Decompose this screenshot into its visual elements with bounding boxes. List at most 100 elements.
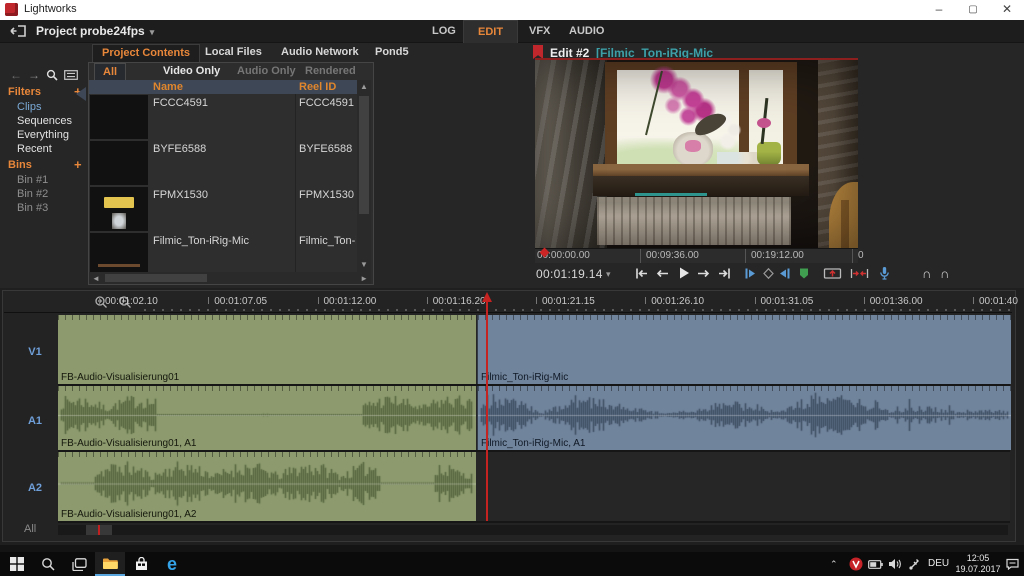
notification-center-icon[interactable] (1006, 558, 1019, 570)
scrollbar-thumb[interactable] (105, 274, 207, 282)
edge-icon[interactable]: e (157, 552, 187, 576)
search-icon[interactable] (46, 69, 58, 81)
window-titlebar: Lightworks – ▢ ✕ (0, 0, 1024, 20)
play-icon[interactable] (678, 266, 690, 280)
mark-diamond-icon[interactable] (762, 267, 775, 280)
taskbar-search-icon[interactable] (33, 552, 63, 576)
ruler-major-tick (208, 297, 209, 304)
exit-project-icon[interactable] (10, 24, 28, 38)
replace-edit-icon[interactable] (850, 267, 869, 280)
battery-icon[interactable] (868, 560, 883, 569)
tab-audio[interactable]: AUDIO (555, 20, 618, 42)
skip-start-icon[interactable] (634, 267, 649, 280)
timeline-scrollbar[interactable] (58, 525, 1008, 535)
tray-chevron-icon[interactable]: ⌃ (830, 559, 838, 570)
start-button[interactable] (2, 552, 32, 576)
nav-back-icon[interactable]: ← (10, 68, 22, 82)
ruler-timecode-label: 00:01:40 (979, 296, 1018, 307)
track-label-a2[interactable]: A2 (20, 482, 50, 494)
clip-row-byfe6588[interactable]: BYFE6588 BYFE6588 (89, 140, 357, 187)
minimize-button[interactable]: – (922, 0, 956, 20)
sidebar-item-everything[interactable]: Everything (17, 129, 69, 141)
mark-in-icon[interactable] (744, 267, 757, 280)
subtab-rendered[interactable]: Rendered (297, 63, 364, 79)
nav-forward-icon[interactable]: → (28, 68, 40, 82)
close-button[interactable]: ✕ (990, 0, 1024, 20)
tab-local-files[interactable]: Local Files (196, 44, 271, 61)
clip-row-fccc4591[interactable]: FCCC4591 FCCC4591 (89, 94, 357, 141)
tab-project-contents[interactable]: Project Contents (92, 44, 200, 62)
timeline-ruler[interactable]: 00:01:02.1000:01:07.0500:01:12.0000:01:1… (4, 292, 1012, 313)
clock[interactable]: 12:05 19.07.2017 (952, 553, 1004, 575)
viewer-timeline-ruler[interactable]: 00:00:00.0000:09:36.0000:19:12.000 (535, 248, 858, 263)
ruler-major-tick (755, 297, 756, 304)
sidebar-item-clips[interactable]: Clips (17, 101, 41, 113)
track-label-all[interactable]: All (24, 523, 36, 535)
step-back-icon[interactable] (656, 267, 669, 280)
clip-row-filmic[interactable]: Filmic_Ton-iRig-Mic Filmic_Ton-iR (89, 232, 357, 272)
window-title: Lightworks (24, 3, 77, 15)
lightworks-app: Lightworks – ▢ ✕ Project probe24fps▾ LOG… (0, 0, 1024, 576)
playhead-handle[interactable] (482, 292, 492, 302)
column-reel-id[interactable]: Reel ID (299, 80, 336, 94)
insert-edit-icon[interactable] (823, 267, 842, 280)
timeline-clip-a1-green[interactable]: FB-Audio-Visualisierung01, A1 (58, 386, 476, 450)
timecode-caret-icon[interactable]: ▾ (606, 269, 611, 280)
timeline-clip-a2-green[interactable]: FB-Audio-Visualisierung01, A2 (58, 452, 476, 521)
skip-end-icon[interactable] (717, 267, 732, 280)
ruler-timecode-label: 00:01:26.10 (651, 296, 704, 307)
scroll-up-icon[interactable]: ▲ (357, 82, 371, 92)
sidebar-item-bin1[interactable]: Bin #1 (17, 174, 48, 186)
scroll-left-icon[interactable]: ◄ (92, 274, 100, 284)
tab-pond5[interactable]: Pond5 (366, 44, 418, 61)
list-view-icon[interactable] (64, 70, 78, 80)
list-header: Name Reel ID (89, 80, 357, 94)
mark-out-icon[interactable] (778, 267, 791, 280)
tab-edit[interactable]: EDIT (463, 20, 518, 43)
video-preview[interactable] (535, 60, 858, 248)
horizontal-scrollbar[interactable]: ◄ ► (89, 272, 371, 284)
ruler-major-tick (645, 297, 646, 304)
subtab-all[interactable]: All (94, 63, 126, 80)
track-label-v1[interactable]: V1 (20, 346, 50, 358)
subtab-audio-only[interactable]: Audio Only (229, 63, 304, 79)
timeline-clip-v1-green[interactable]: FB-Audio-Visualisierung01 (58, 315, 476, 384)
step-forward-icon[interactable] (697, 267, 710, 280)
sidebar-item-bin3[interactable]: Bin #3 (17, 202, 48, 214)
file-explorer-icon[interactable] (95, 552, 125, 576)
timeline-clip-a1-blue[interactable]: Filmic_Ton-iRig-Mic, A1 (477, 386, 1011, 450)
scroll-down-icon[interactable]: ▼ (357, 260, 371, 270)
vertical-scrollbar[interactable]: ▲ ▼ (357, 80, 371, 272)
sidebar-item-bin2[interactable]: Bin #2 (17, 188, 48, 200)
clip-row-fpmx1530[interactable]: FPMX1530 FPMX1530 (89, 186, 357, 233)
task-view-icon[interactable] (64, 552, 94, 576)
project-title[interactable]: Project probe24fps▾ (36, 24, 154, 38)
voiceover-mic-icon[interactable] (878, 266, 891, 281)
scroll-right-icon[interactable]: ► (360, 274, 368, 284)
undo-icon[interactable]: ∩ (922, 266, 931, 281)
sidebar-item-recent[interactable]: Recent (17, 143, 52, 155)
redo-icon[interactable]: ∩ (940, 266, 949, 281)
antivirus-shield-icon[interactable] (849, 557, 863, 571)
maximize-button[interactable]: ▢ (956, 0, 990, 20)
ruler-timecode-label: 00:01:21.15 (542, 296, 595, 307)
audio-jack-icon[interactable] (908, 557, 921, 571)
sidebar-item-sequences[interactable]: Sequences (17, 115, 72, 127)
subtab-video-only[interactable]: Video Only (155, 63, 228, 79)
cue-marker-icon[interactable] (798, 267, 810, 280)
timeline-clip-v1-blue[interactable]: Filmic_Ton-iRig-Mic (477, 315, 1011, 384)
playhead[interactable] (486, 302, 488, 521)
column-name[interactable]: Name (153, 80, 183, 94)
bins-header: Bins (8, 159, 32, 171)
clock-date: 19.07.2017 (952, 564, 1004, 575)
edit-marker-icon[interactable] (533, 45, 543, 59)
track-label-a1[interactable]: A1 (20, 415, 50, 427)
volume-icon[interactable] (888, 558, 902, 570)
tab-audio-network[interactable]: Audio Network (272, 44, 368, 61)
ruler-timecode-label: 00:01:16.20 (433, 296, 486, 307)
keyboard-language[interactable]: DEU (928, 558, 949, 569)
current-timecode[interactable]: 00:01:19.14 (536, 267, 603, 281)
add-bin-button[interactable]: + (74, 157, 82, 172)
store-icon[interactable] (126, 552, 156, 576)
scrollbar-thumb[interactable] (359, 96, 369, 214)
